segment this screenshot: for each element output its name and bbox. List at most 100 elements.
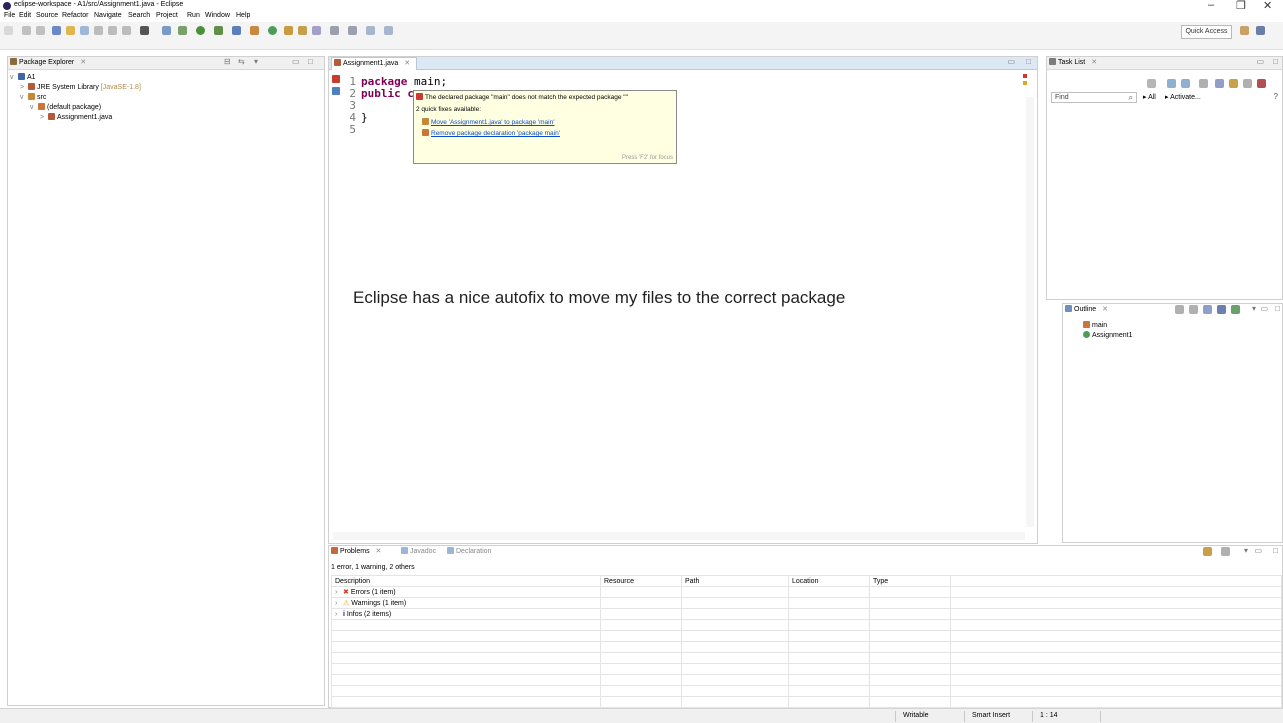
menu-refactor[interactable]: Refactor [62, 12, 88, 19]
minimize-view-icon[interactable]: ▭ [1254, 546, 1262, 555]
debug-icon[interactable] [178, 26, 187, 35]
new-java-package-icon[interactable] [250, 26, 259, 35]
save-all-icon[interactable] [36, 26, 45, 35]
hide-fields-icon[interactable] [1189, 305, 1198, 314]
previous-annotation-icon[interactable] [348, 26, 357, 35]
menu-project[interactable]: Project [156, 12, 178, 19]
chevron-down-icon[interactable]: v [20, 94, 28, 101]
vertical-scrollbar[interactable] [1026, 97, 1034, 527]
code-line[interactable]: 2 public c [339, 88, 414, 99]
menu-navigate[interactable]: Navigate [94, 12, 122, 19]
target-icon[interactable] [140, 26, 149, 35]
help-icon[interactable]: ? [1274, 92, 1278, 101]
collapse-all-icon[interactable]: ⊟ [224, 57, 231, 66]
close-tab-icon[interactable]: ✕ [1102, 306, 1108, 313]
close-tab-icon[interactable]: ✕ [376, 548, 382, 555]
quick-fix-remove-package[interactable]: Remove package declaration 'package main… [422, 129, 560, 137]
annotation-icon[interactable] [312, 26, 321, 35]
column-header-location[interactable]: Location [788, 575, 870, 587]
view-menu-icon[interactable]: ▾ [254, 57, 258, 66]
editor-tab-assignment1[interactable]: Assignment1.java ✕ [331, 57, 418, 70]
outline-item-package[interactable]: main [1083, 321, 1107, 329]
code-line[interactable]: 1 package main; [339, 76, 447, 87]
horizontal-scrollbar[interactable] [333, 532, 1025, 540]
maximize-view-icon[interactable]: □ [1275, 304, 1280, 313]
chevron-down-icon[interactable]: v [30, 104, 38, 111]
task-list-tab[interactable]: Task List ✕ [1049, 58, 1097, 66]
menu-help[interactable]: Help [236, 12, 250, 19]
open-task-icon[interactable] [284, 26, 293, 35]
tree-item-project[interactable]: v A1 [10, 73, 36, 81]
maximize-view-icon[interactable]: □ [1273, 57, 1278, 66]
tree-item-jre-library[interactable]: > JRE System Library [JavaSE-1.8] [20, 83, 141, 91]
hide-completed-icon[interactable] [1215, 79, 1224, 88]
new-java-class-icon[interactable] [268, 26, 277, 35]
column-header-type[interactable]: Type [869, 575, 951, 587]
menu-file[interactable]: File [4, 12, 15, 19]
new-task-icon[interactable] [1147, 79, 1156, 88]
maximize-view-icon[interactable]: □ [308, 57, 313, 66]
outline-item-class[interactable]: Assignment1 [1083, 331, 1132, 339]
code-line[interactable]: 3 [339, 100, 361, 111]
skip-breakpoints-icon[interactable] [162, 26, 171, 35]
problems-tab[interactable]: Problems ✕ [331, 547, 381, 555]
focus-on-active-icon[interactable] [1203, 547, 1212, 556]
hide-static-icon[interactable] [1203, 305, 1212, 314]
hide-local-types-icon[interactable] [1231, 305, 1240, 314]
collapse-all-icon[interactable] [1243, 79, 1252, 88]
minimize-view-icon[interactable]: ▭ [1007, 57, 1015, 66]
close-tab-icon[interactable]: ✕ [404, 60, 410, 67]
quick-access-field[interactable]: Quick Access [1181, 25, 1232, 39]
focus-icon[interactable] [1229, 79, 1238, 88]
search-icon[interactable]: ⌕ [1129, 93, 1133, 103]
minimize-view-icon[interactable]: ▭ [292, 57, 300, 66]
declaration-tab[interactable]: Declaration [447, 547, 491, 555]
edit-icon[interactable] [66, 26, 75, 35]
new-icon[interactable] [4, 26, 13, 35]
column-header-resource[interactable]: Resource [600, 575, 682, 587]
quick-fix-move-file[interactable]: Move 'Assignment1.java' to package 'main… [422, 118, 554, 126]
external-tools-icon[interactable] [232, 26, 241, 35]
view-menu-icon[interactable]: ▾ [1244, 546, 1248, 555]
close-tab-icon[interactable]: ✕ [80, 59, 86, 66]
pilcrow-icon[interactable] [122, 26, 131, 35]
back-icon[interactable] [366, 26, 375, 35]
tree-item-default-package[interactable]: v (default package) [30, 103, 101, 111]
menu-window[interactable]: Window [205, 12, 230, 19]
table-row[interactable]: › i Infos (2 items) [331, 608, 1282, 620]
code-line[interactable]: 5 [339, 124, 361, 135]
coverage-icon[interactable] [214, 26, 223, 35]
code-line[interactable]: 4} [339, 112, 367, 123]
next-annotation-icon[interactable] [330, 26, 339, 35]
close-tab-icon[interactable]: ✕ [1091, 59, 1097, 66]
maximize-view-icon[interactable]: □ [1026, 57, 1031, 66]
error-overview-marker[interactable] [1023, 74, 1027, 78]
table-row[interactable]: › ✖ Errors (1 item) [331, 586, 1282, 598]
menu-run[interactable]: Run [187, 12, 200, 19]
maximize-view-icon[interactable]: □ [1273, 546, 1278, 555]
minimize-view-icon[interactable]: ▭ [1260, 304, 1268, 313]
minimize-button[interactable]: – [1208, 0, 1214, 11]
chevron-down-icon[interactable]: v [10, 74, 18, 81]
tree-item-assignment1[interactable]: > Assignment1.java [40, 113, 112, 121]
build-icon[interactable] [94, 26, 103, 35]
sort-icon[interactable] [1175, 305, 1184, 314]
forward-icon[interactable] [384, 26, 393, 35]
menu-source[interactable]: Source [36, 12, 58, 19]
sync-icon[interactable] [1257, 79, 1266, 88]
menu-search[interactable]: Search [128, 12, 150, 19]
categorized-icon[interactable] [1167, 79, 1176, 88]
toggle-mark-icon[interactable] [108, 26, 117, 35]
task-icon[interactable] [80, 26, 89, 35]
scheduled-icon[interactable] [1181, 79, 1190, 88]
warning-overview-marker[interactable] [1023, 81, 1027, 85]
activate-link[interactable]: ▸ Activate... [1165, 93, 1201, 101]
filter-icon[interactable] [1221, 547, 1230, 556]
column-header-description[interactable]: Description [331, 575, 601, 587]
chevron-right-icon[interactable]: > [20, 84, 28, 91]
package-explorer-tab[interactable]: Package Explorer ✕ [10, 58, 86, 66]
filter-icon[interactable] [1199, 79, 1208, 88]
minimize-view-icon[interactable]: ▭ [1256, 57, 1264, 66]
run-icon[interactable] [196, 26, 205, 35]
view-menu-icon[interactable]: ▾ [1252, 304, 1256, 313]
